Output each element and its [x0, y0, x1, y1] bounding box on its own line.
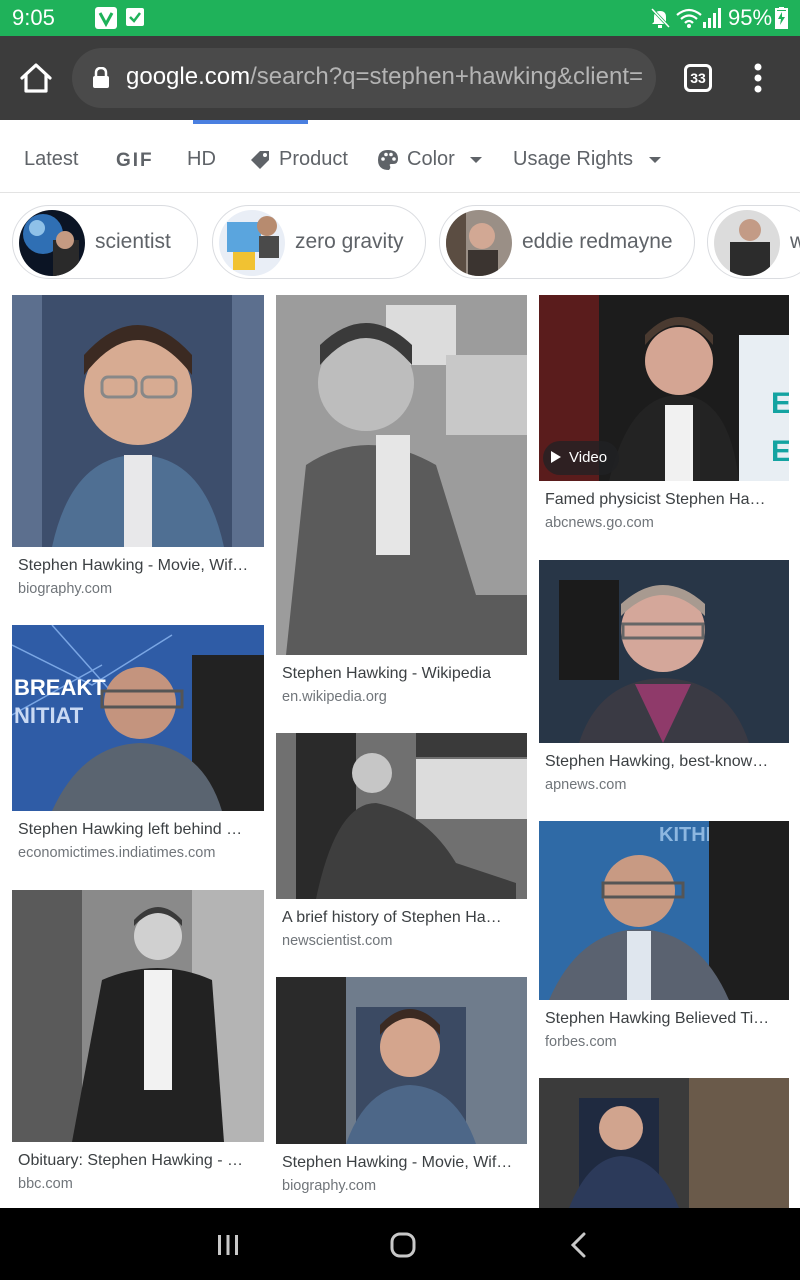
- browser-toolbar: google.com/search?q=stephen+hawking&clie…: [0, 36, 800, 120]
- chip-label: w: [790, 230, 800, 254]
- result-caption: Stephen Hawking - Movie, Wif…: [282, 1154, 513, 1171]
- status-bar: 9:05 95%: [0, 0, 800, 36]
- filter-color[interactable]: Color: [377, 148, 483, 171]
- chip-label: zero gravity: [295, 230, 404, 253]
- image-result[interactable]: A brief history of Stephen Ha… newscient…: [276, 733, 527, 958]
- result-source: forbes.com: [545, 1034, 617, 1050]
- filter-color-label: Color: [407, 148, 455, 170]
- play-icon: [551, 451, 561, 463]
- tab-indicator: [193, 120, 308, 124]
- image-result[interactable]: E E Video Famed physicist Stephen Ha… ab…: [539, 295, 789, 540]
- result-source: en.wikipedia.org: [282, 689, 387, 705]
- result-source: newscientist.com: [282, 933, 393, 949]
- battery-charging-icon: [775, 7, 788, 29]
- signal-icon: [703, 8, 721, 28]
- home-icon[interactable]: [16, 58, 56, 98]
- image-filter-bar: Latest GIF HD Product Color Usage Rights: [0, 120, 800, 193]
- home-nav-icon[interactable]: [390, 1232, 416, 1258]
- result-image: E E Video: [539, 295, 789, 481]
- filter-hd[interactable]: HD: [187, 148, 216, 171]
- result-source: abcnews.go.com: [545, 515, 654, 531]
- palette-icon: [378, 149, 398, 170]
- result-caption: Stephen Hawking - Movie, Wif…: [18, 557, 249, 574]
- related-chip-partial[interactable]: w: [707, 205, 800, 279]
- svg-text:NITIAT: NITIAT: [14, 703, 84, 728]
- android-nav-bar: [0, 1208, 800, 1280]
- result-caption: Stephen Hawking left behind …: [18, 821, 243, 838]
- lock-icon: [93, 67, 109, 88]
- video-badge-label: Video: [569, 449, 608, 466]
- image-result[interactable]: Stephen Hawking - Movie, Wif… biography.…: [12, 295, 264, 605]
- chip-label: eddie redmayne: [522, 230, 673, 253]
- image-result[interactable]: Stephen Hawking - Movie, Wif… biography.…: [276, 977, 527, 1202]
- filter-product[interactable]: Product: [250, 148, 348, 171]
- related-chip-zero-gravity[interactable]: zero gravity: [212, 205, 426, 279]
- result-source: biography.com: [18, 581, 113, 597]
- back-icon[interactable]: [570, 1232, 588, 1258]
- more-vert-icon[interactable]: [748, 62, 768, 94]
- result-source: apnews.com: [545, 777, 627, 793]
- image-result[interactable]: KITHR Stephen Hawking Believed Ti… forbe…: [539, 821, 789, 1061]
- image-result[interactable]: Stephen Hawking, best-know… apnews.com: [539, 560, 789, 805]
- url-domain: google.com: [126, 63, 251, 90]
- tab-switcher-button[interactable]: 33: [684, 64, 712, 92]
- filter-product-label: Product: [279, 148, 348, 170]
- filter-hd-label: HD: [187, 148, 216, 170]
- image-result[interactable]: Obituary: Stephen Hawking - … bbc.com: [12, 890, 264, 1200]
- wifi-icon: [676, 8, 702, 28]
- tag-icon: [251, 151, 269, 170]
- result-caption: A brief history of Stephen Ha…: [282, 909, 502, 926]
- filter-usage-rights-label: Usage Rights: [513, 148, 634, 170]
- svg-text:E: E: [771, 435, 789, 468]
- result-image: [12, 295, 264, 547]
- image-result[interactable]: BREAKT NITIAT Stephen Hawking left behin…: [12, 625, 264, 865]
- filter-usage-rights[interactable]: Usage Rights: [513, 148, 661, 171]
- result-image: [276, 295, 527, 655]
- filter-latest-label: Latest: [24, 148, 79, 170]
- result-image: [12, 890, 264, 1142]
- dropdown-arrow-icon: [648, 156, 661, 163]
- svg-text:BREAKT: BREAKT: [14, 675, 106, 700]
- check-notification-icon: [126, 8, 144, 26]
- result-image: BREAKT NITIAT: [12, 625, 264, 811]
- filter-latest[interactable]: Latest: [24, 148, 78, 171]
- address-bar[interactable]: google.com/search?q=stephen+hawking&clie…: [72, 48, 656, 108]
- url-path: /search?q=stephen+hawking&client=: [250, 63, 644, 90]
- result-image: KITHR: [539, 821, 789, 1000]
- battery-percent: 95%: [728, 5, 773, 30]
- result-image: [276, 733, 527, 899]
- related-chip-eddie-redmayne[interactable]: eddie redmayne: [439, 205, 695, 279]
- related-chip-scientist[interactable]: scientist: [12, 205, 198, 279]
- result-image: [539, 560, 789, 743]
- filter-gif-label: GIF: [116, 150, 154, 171]
- recents-icon[interactable]: [216, 1233, 240, 1257]
- svg-text:E: E: [771, 387, 789, 420]
- chip-thumbnail: [446, 210, 512, 276]
- result-caption: Famed physicist Stephen Ha…: [545, 491, 766, 508]
- dropdown-arrow-icon: [470, 156, 483, 163]
- chip-thumbnail: [714, 210, 780, 276]
- result-caption: Obituary: Stephen Hawking - …: [18, 1152, 243, 1169]
- result-caption: Stephen Hawking - Wikipedia: [282, 665, 491, 682]
- filter-gif[interactable]: GIF: [116, 150, 154, 172]
- video-badge: Video: [543, 441, 620, 475]
- chip-label: scientist: [95, 230, 171, 253]
- chip-thumbnail: [19, 210, 85, 276]
- result-source: bbc.com: [18, 1176, 73, 1192]
- image-result[interactable]: [539, 1078, 789, 1208]
- result-image: [276, 977, 527, 1144]
- mute-icon: [650, 7, 670, 29]
- result-image: [539, 1078, 789, 1208]
- url-text: google.com/search?q=stephen+hawking&clie…: [126, 63, 643, 91]
- vivino-notification-icon: [95, 7, 117, 29]
- result-caption: Stephen Hawking Believed Ti…: [545, 1010, 770, 1027]
- result-source: biography.com: [282, 1178, 377, 1194]
- image-result[interactable]: Stephen Hawking - Wikipedia en.wikipedia…: [276, 295, 527, 715]
- result-caption: Stephen Hawking, best-know…: [545, 753, 769, 770]
- status-time: 9:05: [12, 5, 55, 30]
- result-source: economictimes.indiatimes.com: [18, 845, 216, 861]
- chip-thumbnail: [219, 210, 285, 276]
